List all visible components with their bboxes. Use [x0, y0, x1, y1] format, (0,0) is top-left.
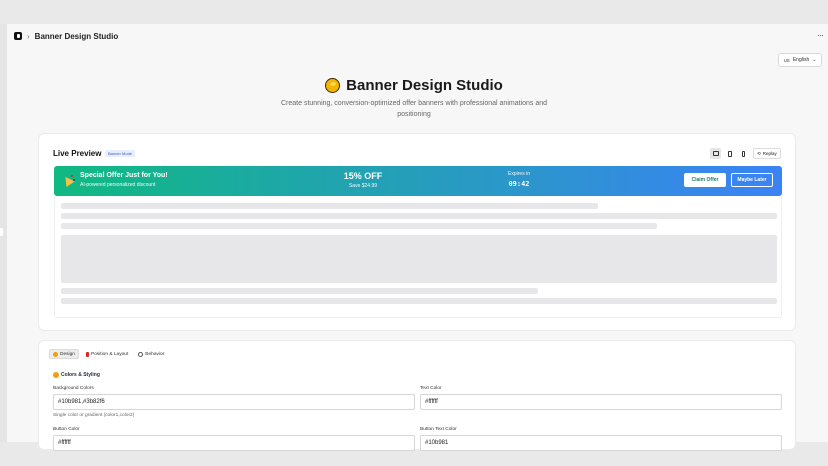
page-title: Banner Design Studio — [0, 77, 828, 94]
button-text-color-input[interactable]: #10b981 — [420, 435, 782, 451]
pin-icon — [85, 351, 89, 357]
replay-button[interactable]: ⟲ Replay — [753, 148, 781, 159]
palette-icon — [53, 372, 59, 378]
banner-title: Special Offer Just for You! — [80, 172, 168, 179]
tab-design[interactable]: Design — [49, 349, 79, 359]
button-text-color-label: Button Text Color — [420, 427, 457, 432]
live-preview-title: Live Preview — [53, 149, 102, 158]
background-colors-hint: Single color or gradient (color1,color2) — [53, 413, 135, 418]
settings-tabs: Design Position & Layout Behavior — [49, 349, 167, 359]
offer-banner: Special Offer Just for You! AI-powered p… — [54, 166, 782, 196]
page-skeleton — [54, 196, 782, 318]
countdown-timer: 09:42 — [508, 180, 530, 188]
party-popper-icon — [61, 173, 75, 188]
breadcrumb-separator: › — [27, 31, 30, 41]
flag-icon: US — [783, 57, 790, 63]
mode-badge: Banner Mode — [105, 150, 136, 157]
tab-label: Position & Layout — [90, 351, 129, 357]
section-title: Colors & Styling — [53, 372, 100, 378]
skeleton-line — [61, 203, 598, 209]
discount-percent: 15% OFF — [343, 171, 383, 181]
top-strip — [0, 0, 828, 24]
expires-label: Expires in — [508, 171, 530, 177]
replay-label: Replay — [762, 151, 777, 156]
text-color-label: Text Color — [420, 386, 442, 391]
tablet-view-button[interactable] — [724, 148, 735, 159]
tablet-icon — [727, 150, 732, 157]
tab-label: Behavior — [145, 351, 165, 357]
app-icon — [14, 32, 22, 40]
button-color-input[interactable]: #ffffff — [53, 435, 415, 451]
live-preview-card: Live Preview Banner Mode ⟲ Replay Specia… — [38, 133, 796, 331]
skeleton-line — [61, 223, 657, 229]
maybe-later-button[interactable]: Maybe Later — [731, 173, 773, 187]
device-toggle — [710, 148, 749, 159]
palette-icon — [53, 351, 58, 357]
banner-subtitle: AI-powered personalized discount — [80, 182, 156, 188]
palette-icon — [325, 78, 341, 93]
tab-behavior[interactable]: Behavior — [135, 349, 167, 359]
replay-icon: ⟲ — [757, 150, 761, 156]
background-colors-label: Background Colors — [53, 386, 94, 391]
language-label: English — [792, 57, 810, 63]
skeleton-line — [61, 288, 538, 294]
page-title-text: Banner Design Studio — [346, 77, 503, 94]
resize-handle[interactable] — [0, 228, 3, 236]
window-title: Banner Design Studio — [34, 31, 119, 41]
skeleton-line — [61, 298, 777, 304]
breadcrumb: › Banner Design Studio — [14, 30, 118, 42]
background-colors-input[interactable]: #10b981,#3b82f6 — [53, 394, 415, 410]
text-color-input[interactable]: #ffffff — [420, 394, 782, 410]
chevron-down-icon: ⌄ — [812, 57, 817, 63]
savings-amount: Save $24.99 — [348, 183, 378, 189]
tab-label: Design — [60, 351, 75, 357]
more-icon[interactable]: ··· — [817, 30, 824, 40]
skeleton-line — [61, 213, 777, 219]
mobile-view-button[interactable] — [738, 148, 749, 159]
language-select[interactable]: US English ⌄ — [778, 53, 822, 67]
monitor-icon — [712, 151, 719, 156]
button-color-label: Button Color — [53, 427, 80, 432]
claim-offer-button[interactable]: Claim Offer — [684, 173, 726, 187]
gear-icon — [138, 351, 144, 357]
section-title-text: Colors & Styling — [61, 372, 100, 378]
tab-position-layout[interactable]: Position & Layout — [83, 349, 131, 359]
desktop-view-button[interactable] — [710, 148, 721, 159]
skeleton-block — [61, 235, 777, 283]
design-controls-card: Design Position & Layout Behavior Colors… — [38, 340, 796, 451]
phone-icon — [742, 150, 745, 157]
page-subtitle: Create stunning, conversion-optimized of… — [280, 100, 548, 118]
